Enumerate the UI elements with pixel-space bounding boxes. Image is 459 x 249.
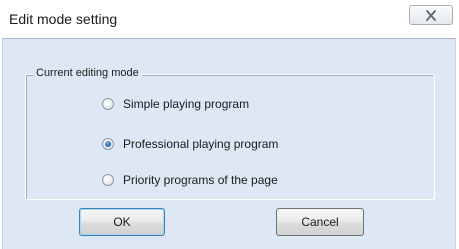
radio-button[interactable]: [102, 138, 114, 150]
radio-label: Professional playing program: [123, 137, 279, 151]
radio-simple-playing-program[interactable]: Simple playing program: [102, 96, 249, 112]
radio-professional-playing-program[interactable]: Professional playing program: [102, 136, 278, 152]
radio-label: Simple playing program: [123, 97, 250, 111]
ok-button[interactable]: OK: [79, 208, 165, 236]
window-title: Edit mode setting: [9, 11, 118, 27]
close-icon: [426, 9, 436, 21]
radio-label: Priority programs of the page: [123, 173, 278, 187]
title-bar: Edit mode setting: [0, 0, 459, 37]
radio-priority-programs-of-the-page[interactable]: Priority programs of the page: [102, 172, 278, 188]
radio-button[interactable]: [102, 98, 114, 110]
cancel-button[interactable]: Cancel: [276, 208, 364, 236]
close-button[interactable]: [409, 5, 453, 25]
groupbox-label: Current editing mode: [33, 67, 142, 79]
radio-button[interactable]: [102, 174, 114, 186]
